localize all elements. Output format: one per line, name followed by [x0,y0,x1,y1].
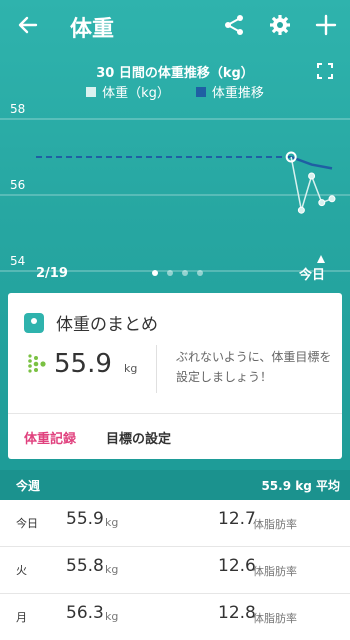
row-fat: 12.8 [218,603,256,623]
legend-item-weight: 体重（kg） [86,82,170,101]
weight-chart[interactable]: 58 56 54 [0,100,350,290]
back-arrow-icon[interactable] [16,13,40,37]
chart-legend: 体重（kg） 体重推移 [0,82,350,101]
weight-point [308,172,316,180]
summary-header: 体重のまとめ [24,310,158,335]
row-weight: 56.3 [66,603,104,623]
week-label: 今週 [16,479,41,493]
page-dot-4[interactable] [197,270,203,276]
list-item[interactable]: 月 56.3 kg 12.8 体脂肪率 [0,594,350,640]
row-weight-unit: kg [105,563,119,576]
row-fat: 12.6 [218,556,256,576]
list-item[interactable]: 火 55.8 kg 12.6 体脂肪率 [0,547,350,594]
expand-icon[interactable] [316,62,334,80]
legend-item-trend: 体重推移 [195,82,264,101]
row-weight: 55.9 [66,509,104,529]
week-average: 55.9 kg 平均 [261,479,340,493]
fitbit-logo-icon [28,354,46,373]
weight-point [297,206,305,214]
weight-point [318,199,326,207]
page-indicator [152,270,203,276]
row-weight-unit: kg [105,610,119,623]
chart-title: 30 日間の体重推移（kg） [96,66,254,81]
today-marker-icon [317,255,325,263]
weight-point [328,195,336,203]
y-tick-label: 58 [10,102,25,116]
row-fat: 12.7 [218,509,256,529]
summary-title: 体重のまとめ [56,315,158,335]
row-day: 火 [16,564,27,577]
summary-weight-unit: kg [124,362,138,375]
set-goal-link[interactable]: 目標の設定 [106,428,171,447]
page-dot-3[interactable] [182,270,188,276]
legend-label-weight: 体重（kg） [102,86,170,101]
x-start-label: 2/19 [36,266,68,281]
row-day: 今日 [16,517,38,530]
log-weight-link[interactable]: 体重記録 [24,428,76,447]
divider [8,413,342,414]
row-fat-unit: 体脂肪率 [253,518,297,531]
page-title: 体重 [70,17,115,42]
list-item[interactable]: 今日 55.9 kg 12.7 体脂肪率 [0,500,350,547]
summary-card: 体重のまとめ 55.9 kg ぶれないように、体重目標を設定しましょう！ 体重記… [8,293,342,459]
y-tick-label: 56 [10,178,25,192]
summary-weight-value: 55.9 [54,349,112,379]
legend-swatch-trend [195,86,206,97]
row-day: 月 [16,611,27,624]
share-icon[interactable] [222,13,246,37]
row-fat-unit: 体脂肪率 [253,565,297,578]
page-dot-2[interactable] [167,270,173,276]
row-weight: 55.8 [66,556,104,576]
row-fat-unit: 体脂肪率 [253,612,297,625]
hero-panel: 体重 30 日間の体重推移（kg） 体重（kg） 体重推移 58 56 54 2… [0,0,350,470]
week-summary-bar: 今週 55.9 kg 平均 [0,470,350,500]
top-app-bar: 体重 [0,0,350,50]
legend-label-trend: 体重推移 [211,86,264,101]
trend-line [290,155,333,170]
add-icon[interactable] [314,13,338,37]
x-end-label: 今日 [299,268,326,283]
row-weight-unit: kg [105,516,119,529]
y-tick-label: 54 [10,254,25,268]
legend-swatch-weight [86,86,97,97]
scale-icon [24,312,44,333]
page-dot-1[interactable] [152,270,158,276]
gear-icon[interactable] [268,13,292,37]
divider [156,345,157,393]
goal-message: ぶれないように、体重目標を設定しましょう！ [176,350,332,384]
